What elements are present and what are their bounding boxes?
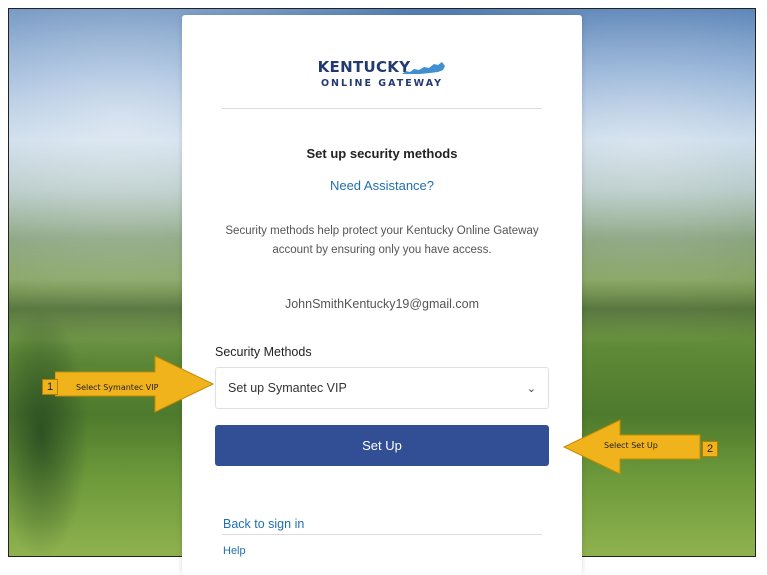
page-title: Set up security methods xyxy=(306,146,458,161)
callout-text-2: Select Set Up xyxy=(604,441,658,450)
callout-number-2: 2 xyxy=(702,441,718,457)
footer-divider xyxy=(222,534,542,535)
login-card: KENTUCKY ONLINE GATEWAY Set up security … xyxy=(182,15,582,575)
callout-text-1: Select Symantec VIP xyxy=(76,383,159,392)
security-method-select[interactable]: Set up Symantec VIP ⌄ xyxy=(215,367,549,409)
logo-main-text: KENTUCKY xyxy=(317,58,411,76)
callout-number-1: 1 xyxy=(42,379,58,395)
selected-method-value: Set up Symantec VIP xyxy=(228,381,347,395)
security-methods-label: Security Methods xyxy=(215,345,312,359)
help-link[interactable]: Help xyxy=(223,545,246,557)
chevron-down-icon: ⌄ xyxy=(526,382,536,395)
divider xyxy=(222,108,542,109)
kentucky-online-gateway-logo: KENTUCKY ONLINE GATEWAY xyxy=(182,58,582,89)
logo-sub-text: ONLINE GATEWAY xyxy=(320,78,444,89)
back-to-sign-in-link[interactable]: Back to sign in xyxy=(223,517,304,531)
kentucky-state-icon xyxy=(402,62,446,74)
set-up-button[interactable]: Set Up xyxy=(215,425,549,466)
user-email: JohnSmithKentucky19@gmail.com xyxy=(284,297,480,311)
description-text: Security methods help protect your Kentu… xyxy=(225,225,539,256)
need-assistance-link[interactable]: Need Assistance? xyxy=(182,178,582,193)
